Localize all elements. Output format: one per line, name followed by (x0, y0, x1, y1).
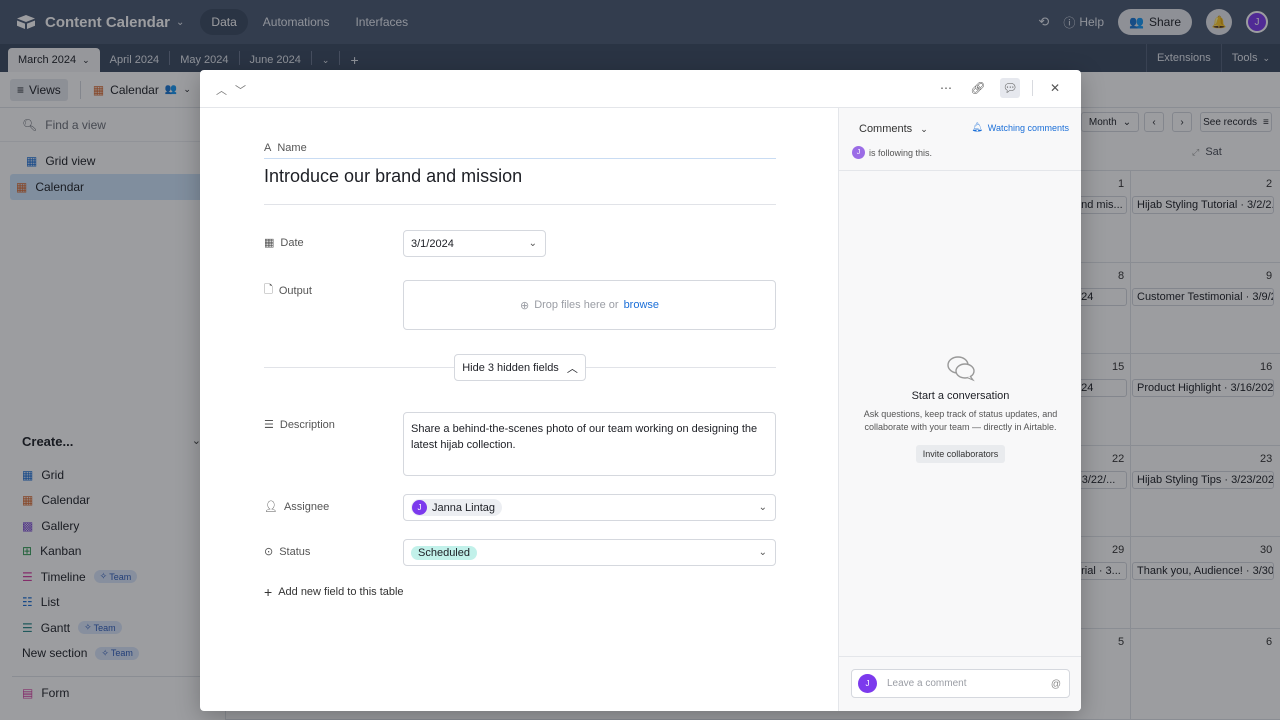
description-field-label: ☰ Description (264, 418, 335, 432)
assignee-name: Janna Lintag (432, 501, 495, 514)
output-label-text: Output (278, 284, 312, 297)
following-indicator: J is following this. (852, 146, 932, 159)
output-field-label: 🗋 Output (264, 281, 312, 300)
file-icon: 🗋 (264, 284, 273, 296)
name-underline (264, 158, 776, 159)
record-navigation: ︿ ﹀ (216, 82, 246, 98)
chevron-down-icon: ⌄ (528, 238, 537, 249)
plus-icon: + (264, 584, 273, 600)
link-icon[interactable]: 🔗︎ (968, 78, 988, 98)
text-field-icon: A (264, 142, 272, 154)
modal-header: ︿ ﹀ ⋯ 🔗︎ 💬︎ ✕ (200, 70, 1081, 108)
chevron-down-icon: ⌄ (758, 502, 767, 513)
comments-panel: Comments ⌄ 🔔︎ Watching comments J is fol… (838, 108, 1081, 711)
title-divider (264, 204, 776, 205)
watching-label: Watching comments (987, 122, 1069, 133)
close-icon[interactable]: ✕ (1045, 78, 1065, 98)
assignee-chip: J Janna Lintag (411, 499, 502, 516)
description-label-text: Description (279, 418, 335, 431)
commenter-avatar: J (858, 674, 877, 693)
comments-filter[interactable]: Comments ⌄ (859, 123, 928, 135)
name-field-label: A Name (264, 142, 307, 154)
calendar-icon: ▦ (264, 237, 275, 249)
record-title[interactable]: Introduce our brand and mission (264, 166, 522, 187)
chat-bubbles-icon (946, 356, 975, 382)
description-textarea[interactable]: Share a behind-the-scenes photo of our t… (403, 412, 776, 476)
upload-icon: ⊕ (519, 299, 530, 312)
output-dropzone[interactable]: ⊕ Drop files here or browse (403, 280, 776, 330)
status-field-label: ⊙ Status (264, 545, 311, 559)
output-drop-text: Drop files here or (534, 299, 619, 311)
browse-link[interactable]: browse (624, 299, 659, 311)
comment-input[interactable]: J Leave a comment @ (851, 669, 1070, 698)
chevron-up-icon: ︿ (566, 362, 578, 375)
empty-title: Start a conversation (911, 390, 1010, 402)
more-options-icon[interactable]: ⋯ (936, 78, 956, 98)
status-label-text: Status (279, 545, 311, 558)
name-label-text: Name (277, 142, 307, 154)
follower-avatar: J (852, 146, 865, 159)
status-circle-icon: ⊙ (264, 546, 274, 558)
record-detail-modal: ︿ ﹀ ⋯ 🔗︎ 💬︎ ✕ A Name Introduce our brand… (200, 70, 1081, 711)
add-field-label: Add new field to this table (278, 586, 404, 598)
long-text-icon: ☰ (264, 419, 274, 431)
invite-collaborators-button[interactable]: Invite collaborators (915, 445, 1006, 463)
following-text: is following this. (869, 147, 933, 158)
bell-icon: 🔔︎ (971, 122, 983, 132)
comments-empty-state: Start a conversation Ask questions, keep… (839, 354, 1081, 463)
mention-icon[interactable]: @ (1051, 679, 1061, 690)
chevron-down-icon: ⌄ (920, 123, 928, 134)
modal-header-actions: ⋯ 🔗︎ 💬︎ ✕ (936, 78, 1065, 98)
comment-placeholder: Leave a comment (887, 678, 967, 689)
hidden-fields-label: Hide 3 hidden fields (462, 361, 559, 374)
add-field-button[interactable]: + Add new field to this table (264, 584, 404, 600)
date-field-input[interactable]: 3/1/2024 ⌄ (403, 230, 546, 257)
assignee-avatar: J (412, 500, 427, 515)
date-field-label: ▦ Date (264, 236, 304, 250)
record-fields: A Name Introduce our brand and mission ▦… (200, 108, 838, 711)
watching-comments-button[interactable]: 🔔︎ Watching comments (971, 122, 1069, 133)
chevron-up-icon[interactable]: ︿ (216, 82, 227, 98)
status-badge: Scheduled (411, 545, 477, 560)
comments-label: Comments (859, 123, 913, 135)
header-divider (1032, 80, 1033, 96)
date-label-text: Date (280, 236, 304, 249)
status-select[interactable]: Scheduled ⌄ (403, 539, 776, 566)
hide-hidden-fields-button[interactable]: Hide 3 hidden fields ︿ (454, 354, 586, 381)
comments-toggle-icon[interactable]: 💬︎ (1000, 78, 1020, 98)
assignee-label-text: Assignee (283, 500, 330, 513)
comment-input-divider (839, 656, 1081, 657)
assignee-field-label: 👤︎ Assignee (264, 500, 330, 514)
chevron-down-icon: ⌄ (758, 547, 767, 558)
user-icon: 👤︎ (264, 501, 278, 513)
assignee-select[interactable]: J Janna Lintag ⌄ (403, 494, 776, 521)
chevron-down-icon[interactable]: ﹀ (235, 82, 246, 98)
date-value: 3/1/2024 (411, 237, 454, 250)
empty-description: Ask questions, keep track of status upda… (863, 409, 1058, 432)
comments-divider (839, 170, 1081, 171)
